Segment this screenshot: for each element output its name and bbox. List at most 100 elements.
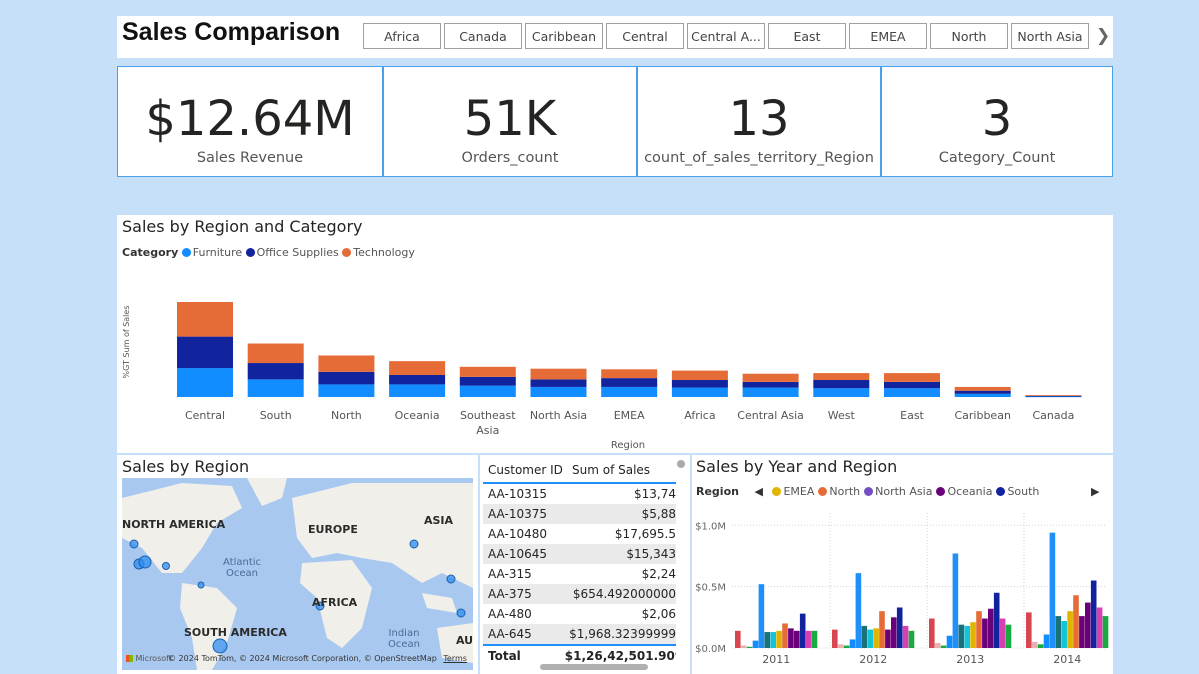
- bar[interactable]: [946, 635, 953, 648]
- slicer-button[interactable]: EMEA: [849, 23, 927, 49]
- legend-next-icon[interactable]: ▶: [1091, 485, 1099, 498]
- bar[interactable]: [758, 584, 765, 648]
- bar[interactable]: [740, 645, 747, 648]
- table-row[interactable]: AA-10480 $17,695.5: [483, 524, 676, 544]
- bar[interactable]: [999, 618, 1006, 648]
- bar-segment[interactable]: [247, 343, 304, 364]
- bar[interactable]: [873, 628, 879, 648]
- legend-item[interactable]: North: [818, 485, 860, 498]
- table-row[interactable]: AA-315 $2,24: [483, 564, 676, 584]
- bar[interactable]: [896, 607, 903, 649]
- bar-segment[interactable]: [601, 378, 658, 387]
- slicer-button[interactable]: Caribbean: [525, 23, 603, 49]
- bar[interactable]: [885, 629, 891, 648]
- bar[interactable]: [976, 611, 982, 648]
- bar-segment[interactable]: [884, 388, 940, 397]
- bar[interactable]: [843, 645, 850, 648]
- bar-segment[interactable]: [459, 385, 516, 397]
- bar-segment[interactable]: [318, 371, 375, 385]
- bar-segment[interactable]: [954, 390, 1011, 394]
- bar[interactable]: [811, 630, 818, 648]
- bar[interactable]: [1043, 634, 1050, 649]
- legend-item[interactable]: Oceania: [936, 485, 992, 498]
- bar-segment[interactable]: [884, 373, 940, 382]
- slicer-button[interactable]: Central A...: [687, 23, 765, 49]
- bar-segment[interactable]: [954, 393, 1011, 397]
- table-row[interactable]: AA-10315 $13,74: [483, 484, 676, 504]
- bar[interactable]: [1102, 616, 1109, 648]
- bar[interactable]: [902, 625, 909, 648]
- bar[interactable]: [867, 629, 873, 648]
- bar-segment[interactable]: [813, 380, 870, 389]
- bar[interactable]: [964, 625, 970, 648]
- bar[interactable]: [982, 618, 988, 648]
- bar[interactable]: [1055, 616, 1062, 648]
- legend-item[interactable]: Office Supplies: [245, 246, 339, 259]
- bar-segment[interactable]: [389, 361, 446, 375]
- bar[interactable]: [929, 618, 935, 648]
- terms-link[interactable]: Terms: [443, 654, 467, 663]
- slicer-button[interactable]: North Asia: [1011, 23, 1089, 49]
- bar-segment[interactable]: [813, 388, 870, 397]
- slicer-button[interactable]: North: [930, 23, 1008, 49]
- bar[interactable]: [1073, 595, 1079, 648]
- bar-segment[interactable]: [247, 363, 304, 380]
- bar[interactable]: [1026, 612, 1032, 648]
- bar-segment[interactable]: [389, 374, 446, 385]
- legend-item[interactable]: EMEA: [772, 485, 814, 498]
- table-row[interactable]: AA-480 $2,06: [483, 604, 676, 624]
- bar-segment[interactable]: [177, 368, 233, 397]
- table-row[interactable]: AA-375 $654.492000000: [483, 584, 676, 604]
- bar-segment[interactable]: [530, 368, 587, 380]
- bar[interactable]: [993, 592, 1000, 648]
- bar-segment[interactable]: [459, 366, 516, 377]
- bar[interactable]: [746, 646, 753, 648]
- table-row[interactable]: AA-10645 $15,343: [483, 544, 676, 564]
- bar[interactable]: [794, 630, 800, 648]
- legend-prev-icon[interactable]: ◀: [754, 485, 762, 498]
- bar-segment[interactable]: [884, 381, 940, 389]
- slicer-button[interactable]: East: [768, 23, 846, 49]
- bar[interactable]: [952, 553, 959, 649]
- bar[interactable]: [855, 573, 862, 648]
- bar[interactable]: [1049, 532, 1056, 648]
- bar[interactable]: [837, 644, 844, 648]
- bar-segment[interactable]: [813, 373, 870, 381]
- bar[interactable]: [1037, 644, 1044, 648]
- bar-segment[interactable]: [601, 386, 658, 397]
- bar[interactable]: [1090, 580, 1097, 649]
- bar-segment[interactable]: [671, 387, 728, 397]
- legend-item[interactable]: North Asia: [864, 485, 932, 498]
- attribution-text[interactable]: © 2024 TomTom, © 2024 Microsoft Corporat…: [168, 654, 437, 663]
- bar[interactable]: [735, 630, 741, 648]
- bar[interactable]: [1085, 602, 1091, 648]
- bar[interactable]: [970, 622, 976, 648]
- sales-map[interactable]: NORTH AMERICA EUROPE ASIA AFRICA SOUTH A…: [122, 478, 473, 670]
- slicer-button[interactable]: Africa: [363, 23, 441, 49]
- bar-segment[interactable]: [742, 373, 799, 382]
- bar-segment[interactable]: [177, 336, 233, 369]
- legend-item[interactable]: Technology: [342, 246, 415, 259]
- table-scroll-dot-icon[interactable]: [677, 460, 685, 468]
- bar[interactable]: [764, 632, 771, 648]
- table-row[interactable]: AA-645 $1,968.32399999: [483, 624, 676, 644]
- bar-segment[interactable]: [247, 379, 304, 397]
- bar[interactable]: [832, 629, 838, 648]
- bar[interactable]: [958, 624, 965, 648]
- bar[interactable]: [908, 630, 915, 648]
- bar-segment[interactable]: [671, 370, 728, 381]
- slicer-button[interactable]: Central: [606, 23, 684, 49]
- bar[interactable]: [788, 628, 794, 648]
- bar[interactable]: [1005, 624, 1012, 648]
- slicer-next-icon[interactable]: ❯: [1096, 26, 1110, 46]
- col-header-customer-id[interactable]: Customer ID: [483, 463, 568, 477]
- table-h-scrollbar[interactable]: [540, 664, 648, 670]
- legend-item[interactable]: Furniture: [181, 246, 242, 259]
- bar-segment[interactable]: [530, 379, 587, 387]
- bar[interactable]: [1096, 607, 1103, 649]
- col-header-sum-of-sales[interactable]: Sum of Sales: [568, 463, 650, 477]
- bar-segment[interactable]: [742, 387, 799, 397]
- bar[interactable]: [1079, 616, 1085, 648]
- bar[interactable]: [752, 640, 759, 648]
- legend-item[interactable]: South: [996, 485, 1039, 498]
